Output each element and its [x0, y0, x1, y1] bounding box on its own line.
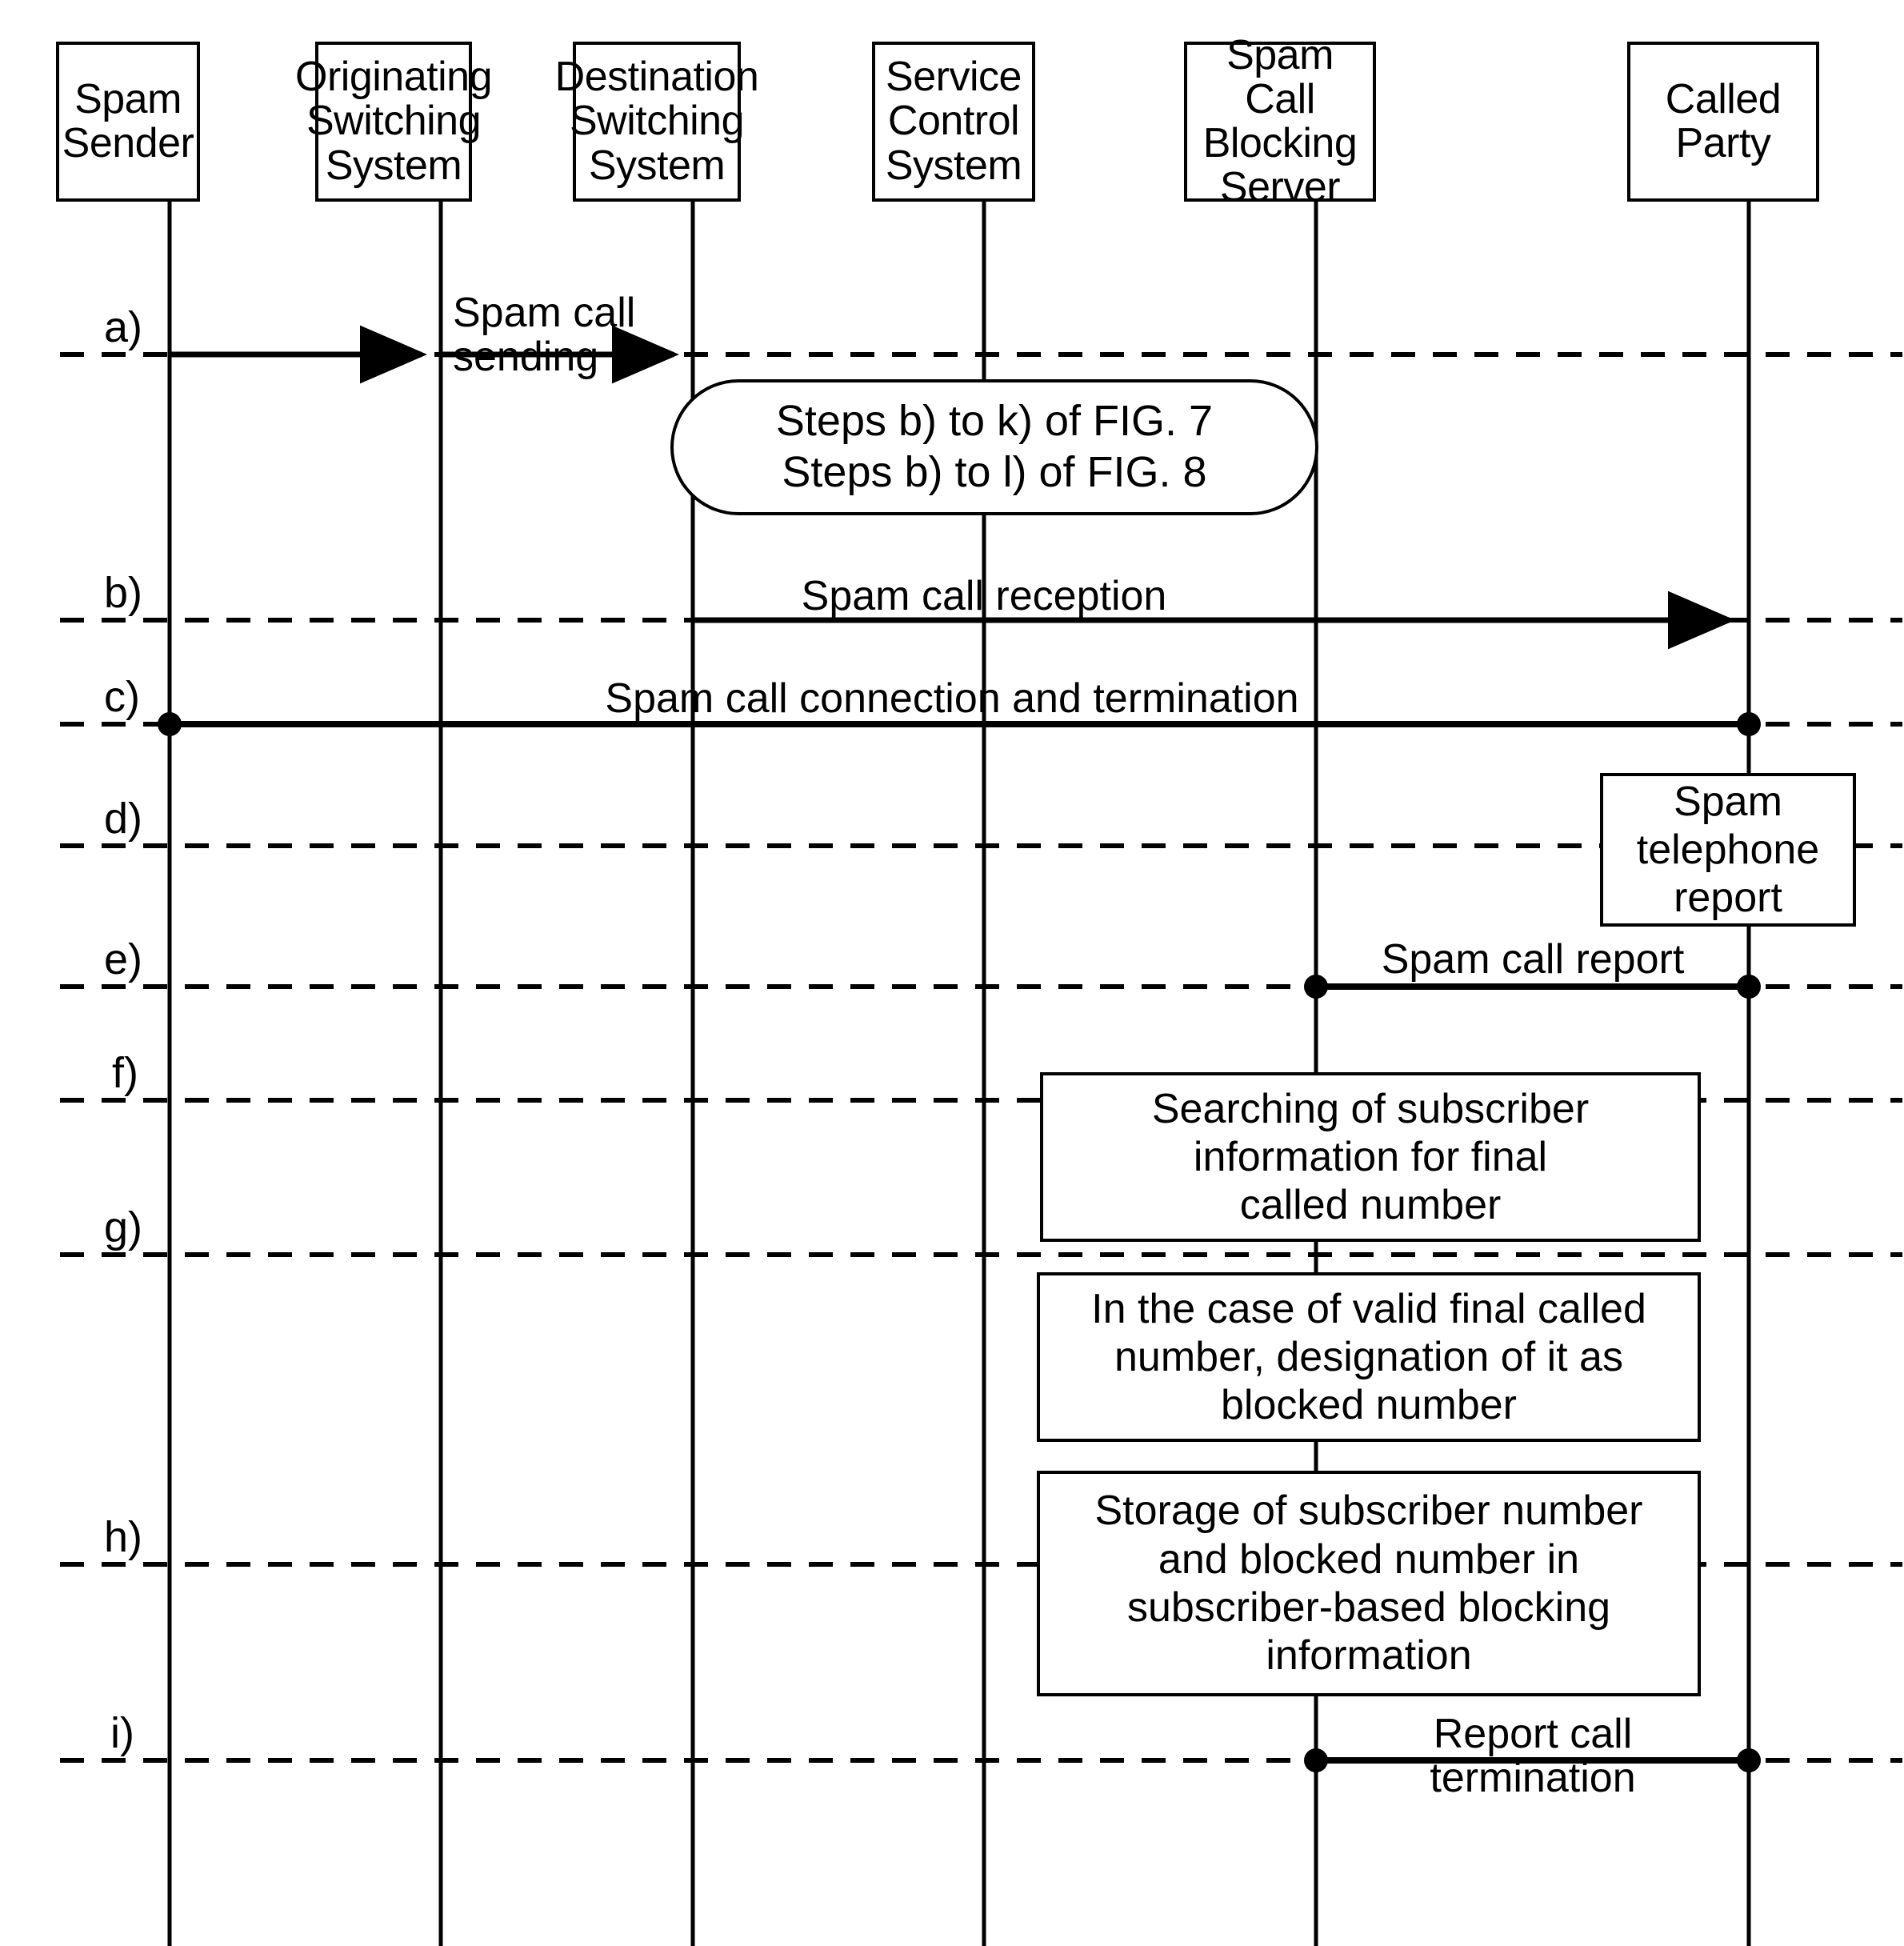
actor-label-spam-call-blocking-server: Spam Call Blocking Server: [1202, 31, 1358, 211]
sequence-diagram-canvas: Spam Sender Originating Switching System…: [0, 0, 1904, 1946]
step-label-a: a): [104, 303, 143, 351]
message-label-spam-call-sending: Spam call sending: [453, 290, 636, 380]
note-oval-fig-reference: Steps b) to k) of FIG. 7 Steps b) to l) …: [670, 379, 1318, 515]
process-box-spam-telephone-report: Spam telephone report: [1600, 773, 1856, 927]
actor-label-spam-sender: Spam Sender: [62, 75, 194, 166]
actor-label-service-control-system: Service Control System: [885, 54, 1022, 189]
message-label-spam-call-reception: Spam call reception: [801, 573, 1167, 619]
actor-box-spam-call-blocking-server[interactable]: Spam Call Blocking Server: [1184, 33, 1376, 210]
step-label-g: g): [104, 1203, 143, 1251]
step-label-h: h): [104, 1513, 143, 1561]
note-oval-line-1: Steps b) to k) of FIG. 7: [775, 397, 1214, 446]
actor-box-originating-switching-system[interactable]: Originating Switching System: [295, 42, 492, 202]
process-box-searching-subscriber-information: Searching of subscriber information for …: [1040, 1072, 1701, 1242]
process-box-storage-subscriber-blocked-number: Storage of subscriber number and blocked…: [1037, 1471, 1701, 1696]
step-label-i: i): [110, 1709, 134, 1757]
message-label-report-call-termination: Report call termination: [1430, 1711, 1636, 1801]
actor-box-service-control-system[interactable]: Service Control System: [872, 42, 1035, 202]
message-label-spam-call-connection-termination: Spam call connection and termination: [605, 675, 1299, 722]
actor-box-destination-switching-system[interactable]: Destination Switching System: [555, 42, 759, 202]
process-box-designation-blocked-number: In the case of valid final called number…: [1037, 1272, 1701, 1442]
step-label-b: b): [104, 569, 143, 617]
actor-label-destination-switching-system: Destination Switching System: [554, 54, 759, 189]
step-label-f: f): [112, 1049, 138, 1097]
step-label-e: e): [104, 935, 143, 983]
actor-label-called-party: Called Party: [1665, 75, 1782, 166]
actor-label-originating-switching-system: Originating Switching System: [295, 54, 492, 189]
message-label-spam-call-report: Spam call report: [1381, 936, 1685, 983]
step-label-d: d): [104, 795, 143, 843]
note-oval-line-2: Steps b) to l) of FIG. 8: [782, 448, 1207, 496]
actor-box-called-party[interactable]: Called Party: [1627, 42, 1819, 202]
step-label-c: c): [104, 673, 140, 721]
actor-box-spam-sender[interactable]: Spam Sender: [56, 42, 200, 202]
